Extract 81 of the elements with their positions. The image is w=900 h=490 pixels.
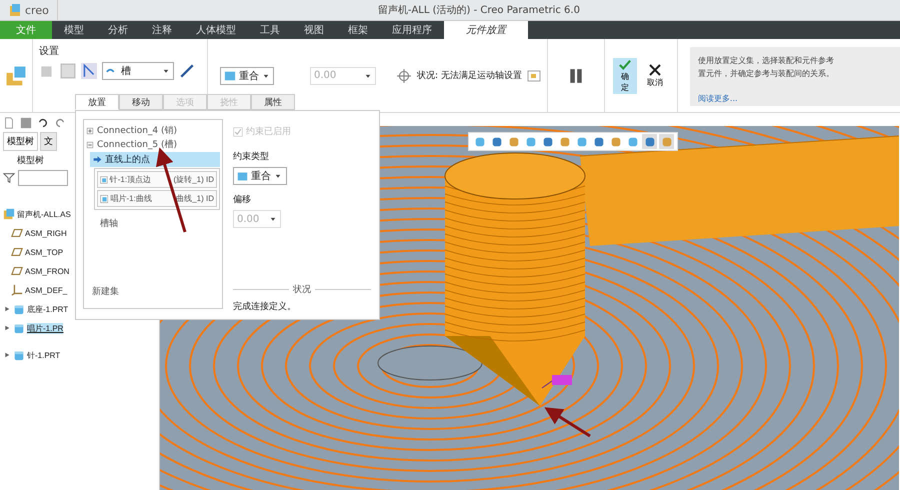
section-label: 状况 bbox=[293, 284, 311, 296]
tree-item[interactable]: ASM_DEF_ bbox=[25, 286, 68, 294]
panel-tab[interactable]: 文 bbox=[40, 132, 57, 151]
save-icon[interactable] bbox=[20, 117, 32, 129]
datum-plane-icon bbox=[11, 265, 23, 277]
connection-type-dropdown[interactable]: 槽 bbox=[102, 62, 174, 80]
collapse-icon[interactable] bbox=[86, 140, 94, 148]
annotation-arrow bbox=[544, 407, 591, 438]
coincident-icon bbox=[224, 70, 236, 82]
close-icon bbox=[648, 63, 662, 77]
constraint-type-dropdown[interactable]: 重合 bbox=[233, 167, 287, 185]
reference-field[interactable]: 针-1:顶点边 (旋转_1) ID bbox=[97, 171, 217, 188]
undo-icon[interactable] bbox=[37, 117, 49, 129]
ribbon-tab[interactable]: 分析 bbox=[96, 21, 140, 39]
connection-set[interactable]: Connection_5 (槽) bbox=[97, 138, 178, 151]
tree-item[interactable]: ASM_RIGH bbox=[25, 228, 67, 238]
tree-item[interactable]: 留声机-ALL.AS bbox=[17, 208, 71, 220]
datum-tag bbox=[542, 375, 572, 388]
datum-plane-icon bbox=[11, 227, 23, 239]
new-set-link[interactable]: 新建集 bbox=[92, 285, 220, 298]
expand-arrow-icon[interactable] bbox=[3, 323, 11, 333]
part-icon bbox=[13, 349, 25, 361]
window-title: 留声机-ALL (活动的) - Creo Parametric 6.0 bbox=[376, 4, 581, 17]
ribbon-tab[interactable]: 工具 bbox=[248, 21, 292, 39]
coordinate-system-icon bbox=[11, 284, 23, 296]
caret-icon bbox=[162, 67, 170, 75]
connection-set[interactable]: Connection_4 (销) bbox=[97, 124, 178, 137]
dashboard-tab[interactable]: 放置 bbox=[75, 94, 119, 110]
datum-plane-icon bbox=[11, 246, 23, 258]
field-label: 偏移 bbox=[233, 194, 251, 206]
field-label: 约束类型 bbox=[233, 150, 269, 163]
constraint-item[interactable]: 直线上的点 bbox=[90, 152, 220, 167]
ribbon-tab[interactable]: 应用程序 bbox=[380, 21, 444, 39]
dashboard-tab[interactable]: 属性 bbox=[251, 94, 295, 110]
ribbon-tab[interactable]: 元件放置 bbox=[444, 21, 528, 39]
help-text: 置元件，并确定参考与装配间的关系。 bbox=[698, 68, 834, 80]
arrow-icon bbox=[93, 155, 102, 164]
creo-logo-icon bbox=[8, 3, 22, 17]
pause-icon[interactable] bbox=[568, 66, 584, 84]
ribbon-tab[interactable]: 模型 bbox=[52, 21, 96, 39]
panel-tab[interactable]: 模型树 bbox=[3, 132, 38, 151]
help-text: 使用放置定义集，选择装配和元件参考 bbox=[698, 55, 834, 67]
assembly-icon bbox=[3, 208, 15, 220]
ok-button[interactable]: 确定 bbox=[612, 58, 637, 94]
expand-arrow-icon[interactable] bbox=[3, 350, 11, 360]
dashboard-tab[interactable]: 移动 bbox=[119, 94, 163, 110]
tree-heading: 模型树 bbox=[16, 154, 44, 167]
tree-item[interactable]: 唱片-1.PR bbox=[27, 322, 64, 334]
flip-icon[interactable] bbox=[179, 63, 195, 79]
status-message: 完成连接定义。 bbox=[233, 300, 296, 313]
read-more-link[interactable]: 阅读更多... bbox=[698, 92, 738, 105]
slot-axis-item[interactable]: 槽轴 bbox=[100, 217, 220, 230]
ribbon-tab[interactable]: 人体模型 bbox=[184, 21, 248, 39]
app-logo: creo bbox=[25, 4, 49, 16]
expand-icon[interactable] bbox=[86, 126, 94, 134]
group-label: 设置 bbox=[39, 44, 60, 58]
part-icon bbox=[13, 303, 25, 315]
status-text: 状况: 无法满足运动轴设置 bbox=[417, 70, 522, 82]
part-icon bbox=[13, 322, 25, 334]
redo-icon[interactable] bbox=[54, 117, 66, 129]
preview-icon[interactable] bbox=[526, 68, 541, 82]
box-icon[interactable] bbox=[60, 63, 76, 79]
tree-item[interactable]: 底座-1.PRT bbox=[27, 304, 68, 314]
tree-item[interactable]: ASM_FRON bbox=[25, 266, 70, 276]
cancel-button[interactable]: 取消 bbox=[640, 62, 669, 89]
ribbon-tab[interactable]: 框架 bbox=[336, 21, 380, 39]
ribbon-tab[interactable]: 视图 bbox=[292, 21, 336, 39]
component-placement-icon bbox=[5, 64, 27, 86]
tree-item[interactable]: 针-1.PRT bbox=[27, 350, 60, 360]
caret-icon bbox=[274, 172, 282, 180]
tree-item[interactable]: ASM_TOP bbox=[25, 248, 64, 256]
ribbon-tab[interactable]: 注释 bbox=[140, 21, 184, 39]
caret-icon bbox=[269, 215, 277, 223]
motion-axis-icon[interactable] bbox=[396, 68, 412, 84]
constraint-type-dropdown[interactable]: 重合 bbox=[220, 66, 274, 84]
filter-field[interactable] bbox=[18, 170, 68, 186]
coincident-icon bbox=[237, 170, 248, 182]
expand-arrow-icon[interactable] bbox=[3, 304, 11, 314]
reference-field[interactable]: 唱片-1:曲线 曲线_1) ID bbox=[97, 190, 217, 207]
new-file-icon[interactable] bbox=[3, 117, 15, 129]
filter-icon[interactable] bbox=[3, 172, 15, 184]
